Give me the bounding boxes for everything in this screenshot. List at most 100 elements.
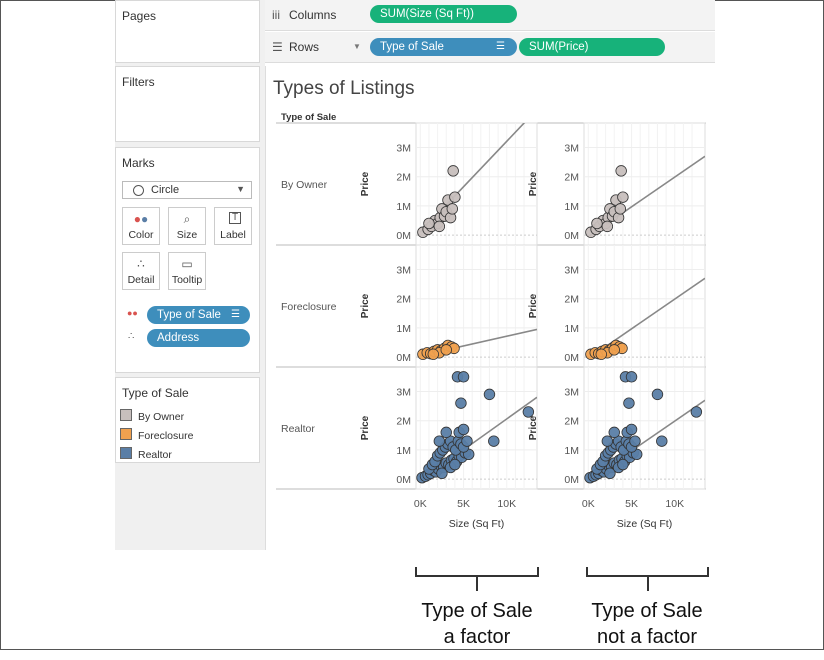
data-point-by-owner — [433, 220, 446, 233]
y-tick-label: 2M — [564, 172, 579, 184]
columns-shelf[interactable]: iii Columns SUM(Size (Sq Ft)) — [265, 0, 715, 31]
legend-item-by-owner[interactable]: By Owner — [120, 409, 184, 423]
label-button[interactable]: T Label — [214, 207, 252, 245]
sort-icon: ☰ — [231, 309, 240, 320]
tooltip-icon: ▭ — [181, 257, 193, 271]
rows-pill-type-of-sale[interactable]: Type of Sale ☰ — [370, 38, 517, 56]
tooltip-button[interactable]: ▭ Tooltip — [168, 252, 206, 290]
row-label-by-owner: By Owner — [281, 179, 328, 191]
view-area: Types of Listings Type of Sale By Owner 0… — [265, 66, 716, 550]
circle-icon — [133, 185, 144, 196]
rows-icon: ☰ — [272, 40, 283, 54]
left-bracket — [415, 567, 539, 591]
data-point-realtor — [449, 458, 461, 471]
filters-title: Filters — [122, 75, 155, 89]
data-point-realtor — [455, 397, 467, 409]
y-tick-label: 0M — [396, 230, 411, 242]
left-caption-line2: a factor — [443, 626, 511, 648]
data-point-realtor — [522, 406, 535, 418]
pages-card[interactable]: Pages — [115, 0, 260, 63]
address-detail-pill[interactable]: Address — [147, 329, 250, 347]
filters-card[interactable]: Filters — [115, 66, 260, 142]
data-point-by-owner — [617, 191, 629, 203]
y-axis-title: Price — [360, 415, 371, 440]
columns-pill-size[interactable]: SUM(Size (Sq Ft)) — [370, 5, 517, 23]
data-point-foreclosure — [608, 344, 620, 356]
data-point-by-owner — [449, 191, 461, 203]
y-tick-label: 0M — [564, 230, 579, 242]
color-icon: ●● — [133, 212, 149, 226]
legend-label-foreclosure: Foreclosure — [138, 430, 194, 442]
marks-card: Marks Circle ▼ ●● Color ⌕ Size T Label ∴… — [115, 147, 260, 373]
y-tick-label: 3M — [564, 142, 579, 154]
x-tick-label: 0K — [414, 498, 427, 510]
y-axis-title: Price — [360, 171, 371, 196]
rows-dropdown-icon[interactable]: ▼ — [353, 42, 361, 51]
data-point-realtor — [483, 388, 496, 401]
rows-pill-price[interactable]: SUM(Price) — [519, 38, 665, 56]
columns-icon: iii — [272, 8, 280, 22]
y-tick-label: 2M — [564, 416, 579, 428]
y-tick-label: 0M — [396, 352, 411, 364]
y-tick-label: 3M — [396, 142, 411, 154]
rows-shelf[interactable]: ☰ Rows ▼ Type of Sale ☰ SUM(Price) — [265, 32, 715, 63]
right-caption-line1: Type of Sale — [591, 600, 703, 622]
y-tick-label: 1M — [396, 201, 411, 213]
legend-swatch-foreclosure — [120, 428, 132, 440]
data-point-realtor — [433, 435, 446, 447]
size-icon: ⌕ — [183, 212, 191, 226]
x-tick-label: 5K — [457, 498, 470, 510]
data-point-realtor — [651, 388, 664, 401]
view-title: Types of Listings — [273, 78, 415, 99]
x-axis-title: Size (Sq Ft) — [449, 518, 504, 530]
label-icon: T — [229, 212, 241, 224]
color-field-icon: ●● — [127, 308, 138, 318]
detail-button[interactable]: ∴ Detail — [122, 252, 160, 290]
y-tick-label: 3M — [396, 264, 411, 276]
legend-item-realtor[interactable]: Realtor — [120, 447, 172, 461]
row-label-foreclosure: Foreclosure — [281, 301, 337, 313]
y-tick-label: 3M — [396, 386, 411, 398]
data-point-by-owner — [423, 217, 435, 230]
data-point-realtor — [440, 426, 452, 439]
y-tick-label: 1M — [396, 445, 411, 457]
legend-label-by-owner: By Owner — [138, 411, 185, 423]
color-button[interactable]: ●● Color — [122, 207, 160, 245]
data-point-realtor — [625, 371, 638, 383]
columns-label: Columns — [289, 8, 337, 22]
size-button[interactable]: ⌕ Size — [168, 207, 206, 245]
right-caption: Type of Sale not a factor — [577, 598, 717, 650]
data-point-realtor — [690, 406, 703, 418]
y-tick-label: 3M — [564, 264, 579, 276]
data-point-by-owner — [447, 165, 459, 177]
pages-title: Pages — [122, 9, 157, 23]
data-point-realtor — [629, 435, 641, 447]
y-tick-label: 3M — [564, 386, 579, 398]
x-tick-label: 10K — [497, 498, 516, 510]
data-point-realtor — [623, 397, 635, 409]
type-of-sale-color-pill-label: Type of Sale — [157, 309, 221, 321]
y-tick-label: 0M — [564, 474, 579, 486]
detail-icon: ∴ — [137, 257, 145, 271]
data-point-realtor — [625, 423, 638, 436]
rows-pill-price-label: SUM(Price) — [529, 41, 589, 53]
mark-type-label: Circle — [151, 184, 180, 196]
data-point-by-owner — [614, 203, 627, 215]
data-point-realtor — [656, 435, 668, 447]
legend-card: Type of Sale By Owner Foreclosure Realto… — [115, 377, 260, 463]
type-of-sale-color-pill[interactable]: Type of Sale ☰ — [147, 306, 250, 324]
data-point-by-owner — [601, 220, 614, 233]
size-button-label: Size — [176, 229, 198, 241]
rows-pill-type-of-sale-label: Type of Sale — [380, 41, 444, 53]
y-tick-label: 2M — [396, 294, 411, 306]
mark-type-dropdown[interactable]: Circle ▼ — [122, 181, 252, 199]
right-caption-line2: not a factor — [596, 626, 698, 648]
legend-swatch-by-owner — [120, 409, 132, 421]
y-tick-label: 2M — [396, 416, 411, 428]
legend-item-foreclosure[interactable]: Foreclosure — [120, 428, 193, 442]
y-tick-label: 0M — [396, 474, 411, 486]
y-tick-label: 2M — [564, 294, 579, 306]
y-tick-label: 2M — [396, 172, 411, 184]
left-caption-line1: Type of Sale — [421, 600, 533, 622]
legend-label-realtor: Realtor — [138, 449, 172, 461]
